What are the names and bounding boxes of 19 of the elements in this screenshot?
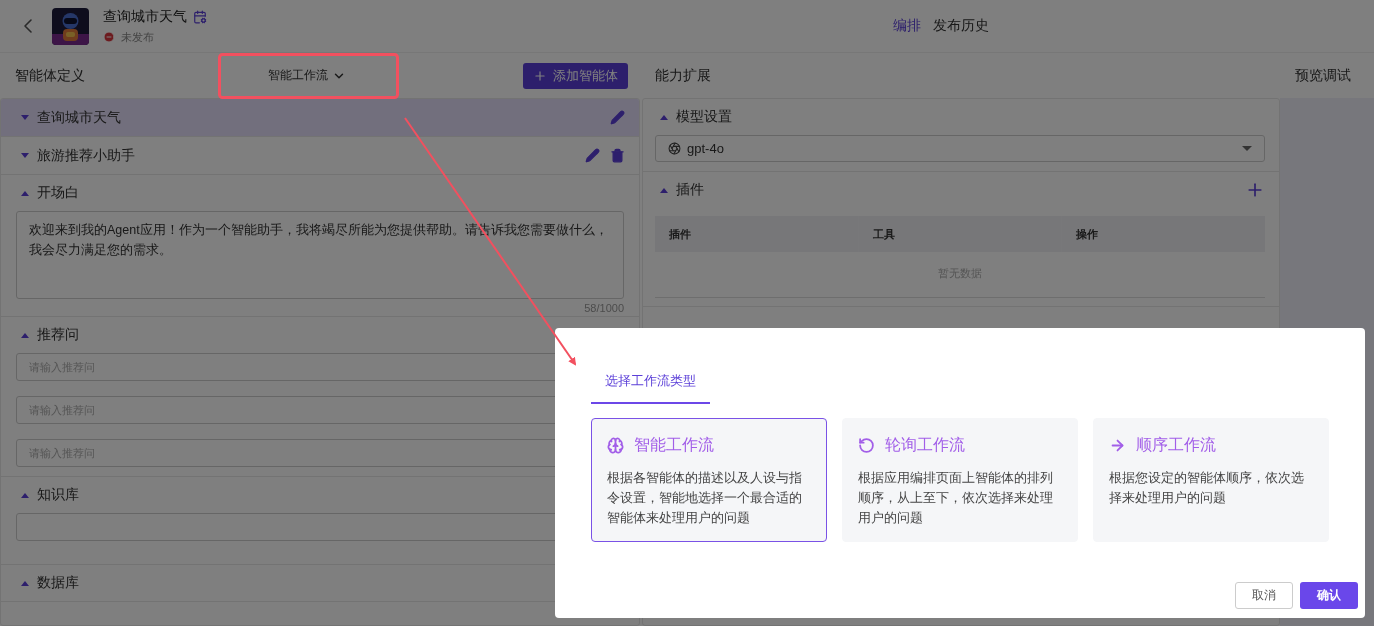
app-name: 查询城市天气 — [103, 7, 187, 26]
agent-name: 旅游推荐小助手 — [37, 146, 135, 165]
section-title: 推荐问 — [37, 326, 79, 344]
option-description: 根据应用编排页面上智能体的排列顺序，从上至下，依次选择来处理用户的问题 — [858, 470, 1054, 527]
section-title: 模型设置 — [676, 108, 732, 126]
section-title: 开场白 — [37, 184, 79, 202]
option-description: 根据各智能体的描述以及人设与指令设置，智能地选择一个最合适的智能体来处理用户的问题 — [607, 470, 803, 527]
column-title: 能力扩展 — [655, 66, 711, 85]
option-title: 智能工作流 — [634, 435, 714, 455]
section-title: 数据库 — [37, 574, 79, 592]
model-name: gpt-4o — [687, 141, 724, 156]
option-description: 根据您设定的智能体顺序，依次选择来处理用户的问题 — [1109, 470, 1305, 507]
column-title: 智能体定义 — [15, 66, 85, 85]
section-title: 知识库 — [37, 486, 79, 504]
section-title: 插件 — [676, 181, 704, 199]
option-title: 顺序工作流 — [1136, 435, 1216, 455]
option-title: 轮询工作流 — [885, 435, 965, 455]
agent-name: 查询城市天气 — [37, 108, 121, 127]
column-title: 预览调试 — [1295, 66, 1351, 85]
